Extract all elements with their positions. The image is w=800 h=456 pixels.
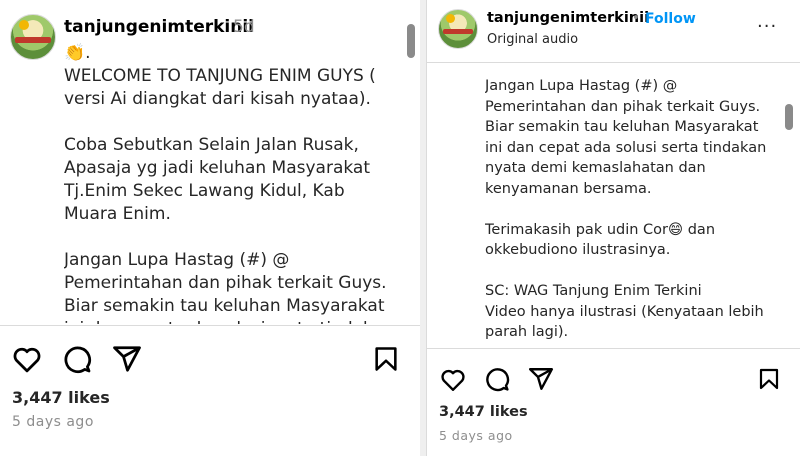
audio-label[interactable]: Original audio [487,32,578,47]
post-actions [12,344,142,374]
left-post-panel: tanjungenimterkinii 5d 👏. WELCOME TO TAN… [0,0,420,456]
post-date[interactable]: 5 days ago [12,414,94,430]
header-divider [427,62,800,63]
heart-icon[interactable] [440,367,466,392]
scrollbar-thumb[interactable] [407,24,415,58]
post-caption: 👏. WELCOME TO TANJUNG ENIM GUYS ( versi … [64,43,394,324]
separator-dot: • [632,11,640,26]
post-time[interactable]: 5d [233,17,255,37]
scrollbar-thumb[interactable] [785,104,793,130]
profile-avatar[interactable] [10,14,56,60]
follow-button[interactable]: Follow [645,11,696,27]
comment-icon[interactable] [62,344,92,374]
caption-scrollbar[interactable] [407,8,415,324]
more-options-icon[interactable]: ··· [757,18,777,36]
avatar-banner [15,37,51,43]
bookmark-icon[interactable] [372,344,400,374]
heart-icon[interactable] [12,345,42,373]
bookmark-icon[interactable] [757,366,781,392]
caption-scrollbar[interactable] [785,66,793,346]
actions-divider [427,348,800,349]
username-link[interactable]: tanjungenimterkinii [64,17,254,37]
avatar-sun [446,14,455,23]
likes-count[interactable]: 3,447 likes [439,404,528,420]
profile-avatar[interactable] [438,9,478,49]
share-icon[interactable] [112,344,142,374]
post-date[interactable]: 5 days ago [439,428,513,443]
actions-divider [0,325,420,326]
comment-icon[interactable] [484,366,510,392]
username-link[interactable]: tanjungenimterkinii [487,10,649,26]
share-icon[interactable] [528,366,554,392]
post-actions [440,366,554,392]
avatar-banner [443,29,473,34]
right-post-panel: tanjungenimterkinii • Follow Original au… [426,0,800,456]
post-caption: Jangan Lupa Hastag (#) @ Pemerintahan da… [485,78,767,340]
avatar-sun [19,20,29,30]
likes-count[interactable]: 3,447 likes [12,388,110,407]
